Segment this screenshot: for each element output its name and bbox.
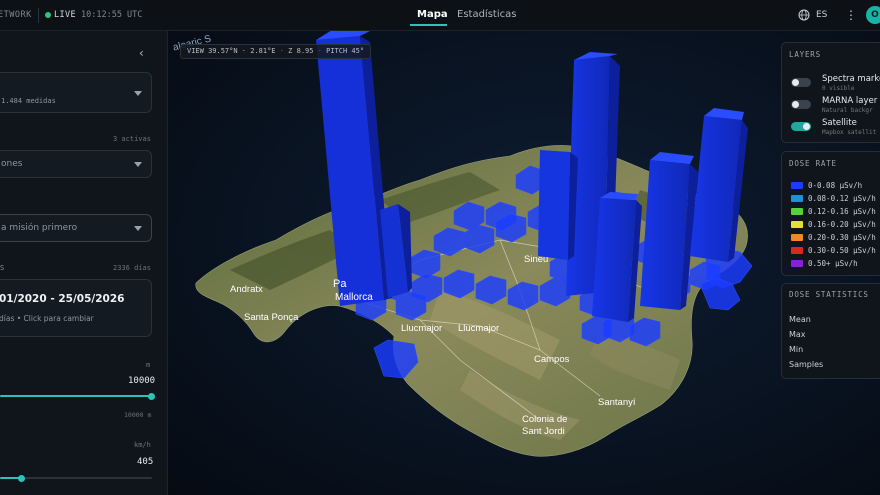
- pitch-level: PITCH 45°: [326, 47, 365, 55]
- range-label: S: [0, 264, 5, 272]
- dose-rate-title: DOSE RATE: [789, 159, 837, 168]
- stat-samples: Samples: [789, 360, 824, 369]
- label-santanyi: Santanyí: [598, 397, 636, 408]
- mission-select[interactable]: a misión primero: [0, 214, 152, 242]
- zoom-level: Z 8.95: [288, 47, 314, 55]
- tab-mapa[interactable]: Mapa: [417, 9, 448, 20]
- chevron-down-icon: [134, 91, 142, 96]
- sensors-select[interactable]: ones: [0, 150, 152, 178]
- top-bar: ETWORK LIVE 10:12:55 UTC Mapa Estadístic…: [0, 0, 880, 31]
- label-campos: Campos: [534, 354, 570, 365]
- active-tab-indicator: [410, 24, 447, 26]
- sensors-count: 3 activas: [113, 135, 151, 143]
- live-dot-icon: [45, 12, 51, 18]
- mission-placeholder: a misión primero: [1, 223, 78, 233]
- altitude-max: 10000 m: [124, 411, 152, 419]
- label-andratx: Andratx: [230, 284, 263, 295]
- layers-panel: LAYERS Spectra marker 0 visible MARNA la…: [781, 42, 880, 143]
- date-range-picker[interactable]: 01/2020 - 25/05/2026 días • Click para c…: [0, 279, 152, 337]
- altitude-slider-fill: [0, 395, 152, 397]
- swatch-5: [791, 247, 803, 254]
- legend-label-0: 0-0.08 µSv/h: [808, 181, 863, 190]
- live-indicator: LIVE: [54, 10, 77, 20]
- layer-marna-sub: Natural backgr: [822, 107, 873, 114]
- legend-label-5: 0.30-0.50 µSv/h: [808, 246, 876, 255]
- label-santa-ponca: Santa Ponça: [244, 312, 299, 323]
- dose-statistics-panel: DOSE STATISTICS Mean Max Min Samples: [781, 283, 880, 379]
- legend-label-3: 0.16-0.20 µSv/h: [808, 220, 876, 229]
- label-llucmajor-1: Llucmajor: [401, 323, 442, 334]
- swatch-6: [791, 260, 803, 267]
- dose-rate-legend: DOSE RATE 0-0.08 µSv/h 0.08-0.12 µSv/h 0…: [781, 151, 880, 276]
- tab-estadisticas[interactable]: Estadísticas: [457, 9, 516, 20]
- language-selector[interactable]: ES: [816, 10, 827, 20]
- label-llucmajor-2: Llucmajor: [458, 323, 499, 334]
- brand-name: ETWORK: [0, 10, 32, 20]
- swatch-1: [791, 195, 803, 202]
- view-info-chip: VIEW 39.57°N · 2.81°E · Z 8.95 · PITCH 4…: [180, 44, 372, 59]
- dose-statistics-title: DOSE STATISTICS: [789, 290, 869, 299]
- label-mallorca: Mallorca: [335, 292, 373, 303]
- view-coordinates: VIEW 39.57°N · 2.81°E: [187, 47, 276, 55]
- swatch-3: [791, 221, 803, 228]
- swatch-0: [791, 182, 803, 189]
- map-3d-view[interactable]: alearic S Andratx Pa Mallorca Santa Ponç…: [168, 31, 880, 495]
- stat-mean: Mean: [789, 315, 811, 324]
- label-colonia-1: Colonia de: [522, 414, 567, 425]
- layer-spectra-sub: 0 visible: [822, 85, 855, 92]
- legend-label-1: 0.08-0.12 µSv/h: [808, 194, 876, 203]
- layer-spectra-name: Spectra marker: [822, 74, 880, 84]
- stat-min: Min: [789, 345, 804, 354]
- dataset-count: 1.484 medidas: [1, 97, 56, 105]
- altitude-slider-handle[interactable]: [148, 393, 155, 400]
- dose-bar-mid[interactable]: [538, 150, 578, 260]
- swatch-2: [791, 208, 803, 215]
- layer-marna-name: MARNA layer: [822, 96, 878, 106]
- chevron-down-icon: [134, 226, 142, 231]
- utc-clock: 10:12:55 UTC: [81, 10, 143, 20]
- sensors-value: ones: [1, 159, 23, 169]
- altitude-value: 10000: [128, 376, 156, 386]
- speed-unit: km/h: [134, 441, 151, 449]
- map-canvas[interactable]: alearic S Andratx Pa Mallorca Santa Ponç…: [168, 31, 880, 495]
- toggle-marna-layer[interactable]: [791, 100, 811, 109]
- dataset-select[interactable]: 1.484 medidas: [0, 72, 152, 113]
- label-colonia-2: Sant Jordi: [522, 426, 565, 437]
- layer-satellite-sub: Mapbox satellit: [822, 129, 877, 136]
- date-range-hint: días • Click para cambiar: [0, 314, 94, 323]
- legend-label-4: 0.20-0.30 µSv/h: [808, 233, 876, 242]
- more-options-icon[interactable]: ⋮: [845, 8, 857, 22]
- stat-max: Max: [789, 330, 806, 339]
- divider: [38, 8, 39, 23]
- chevron-down-icon: [134, 162, 142, 167]
- range-days: 2336 días: [113, 264, 151, 272]
- speed-slider-handle[interactable]: [18, 475, 25, 482]
- legend-label-6: 0.50+ µSv/h: [808, 259, 858, 268]
- toggle-satellite[interactable]: [791, 122, 811, 131]
- label-sineu: Sineu: [524, 254, 548, 265]
- legend-label-2: 0.12-0.16 µSv/h: [808, 207, 876, 216]
- avatar[interactable]: O: [866, 6, 880, 24]
- label-palma: Pa: [333, 278, 347, 290]
- dose-bar-east-3[interactable]: [592, 192, 642, 322]
- collapse-sidebar-icon[interactable]: ‹: [139, 46, 144, 60]
- globe-icon[interactable]: [798, 9, 810, 21]
- date-range-value: 01/2020 - 25/05/2026: [0, 293, 125, 305]
- speed-value: 405: [137, 457, 154, 467]
- layers-title: LAYERS: [789, 50, 821, 59]
- toggle-spectra-marker[interactable]: [791, 78, 811, 87]
- sidebar: ‹ 1.484 medidas 3 activas ones a misión …: [0, 31, 168, 495]
- altitude-unit: m: [146, 361, 151, 369]
- layer-satellite-name: Satellite: [822, 118, 857, 128]
- swatch-4: [791, 234, 803, 241]
